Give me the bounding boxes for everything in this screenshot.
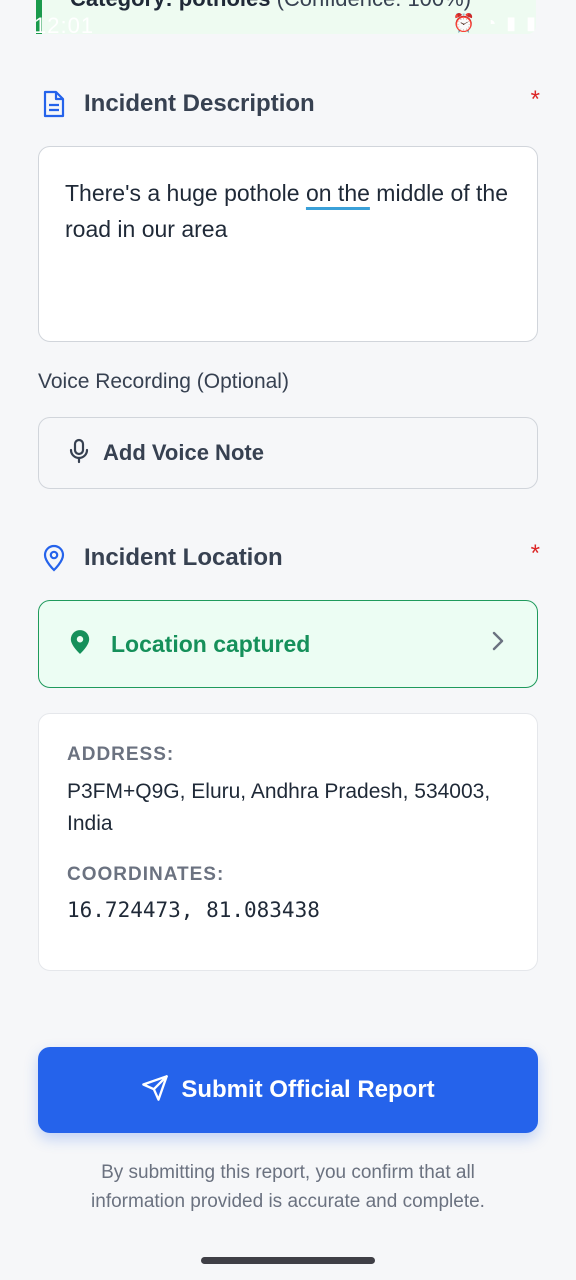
send-icon — [141, 1074, 169, 1107]
microphone-icon — [69, 438, 89, 469]
location-section-title: Incident Location — [84, 544, 283, 571]
location-section-header: Incident Location * — [40, 538, 540, 578]
coordinates-key: COORDINATES: — [67, 864, 225, 885]
description-text-before: There's a huge pothole — [65, 180, 306, 206]
disclaimer-text: By submitting this report, you confirm t… — [91, 1162, 485, 1212]
description-section-title: Incident Description — [84, 90, 315, 117]
category-banner-text: Category: potholes (Confidence: 100%) — [70, 0, 471, 12]
map-pin-outline-icon — [40, 544, 68, 572]
required-mark: * — [530, 540, 540, 567]
address-value: P3FM+Q9G, Eluru, Andhra Pradesh, 534003,… — [67, 780, 491, 835]
battery-icon: ▮ — [526, 13, 536, 33]
voice-recording-label: Voice Recording (Optional) — [38, 370, 289, 393]
status-icons: ⏰ ◔ ▮ ▮ — [453, 14, 536, 32]
status-time: 12:01 — [34, 13, 95, 38]
address-key: ADDRESS: — [67, 744, 175, 765]
coordinates-value: 16.724473, 81.083438 — [67, 898, 320, 922]
wifi-icon: ◔ — [485, 13, 497, 33]
signal-icon: ▮ — [506, 13, 517, 33]
description-section-header: Incident Description * — [40, 84, 540, 124]
add-voice-note-label: Add Voice Note — [103, 440, 264, 465]
confidence-label: (Confidence: 100%) — [277, 0, 471, 11]
document-icon — [40, 90, 68, 118]
submit-report-button[interactable]: Submit Official Report — [38, 1047, 538, 1133]
description-text-underlined: on the — [305, 180, 370, 206]
description-textarea[interactable]: There's a huge pothole on the middle of … — [38, 146, 538, 342]
location-captured-button[interactable]: Location captured — [38, 600, 538, 688]
home-indicator[interactable] — [201, 1257, 375, 1264]
category-label: Category: potholes — [70, 0, 270, 11]
address-card: ADDRESS: P3FM+Q9G, Eluru, Andhra Pradesh… — [38, 713, 538, 971]
submit-report-label: Submit Official Report — [181, 1076, 435, 1103]
map-pin-filled-icon — [69, 628, 91, 661]
alarm-icon: ⏰ — [452, 13, 476, 33]
chevron-right-icon — [491, 629, 505, 658]
required-mark: * — [530, 86, 540, 113]
add-voice-note-button[interactable]: Add Voice Note — [38, 417, 538, 489]
location-captured-label: Location captured — [111, 630, 311, 657]
